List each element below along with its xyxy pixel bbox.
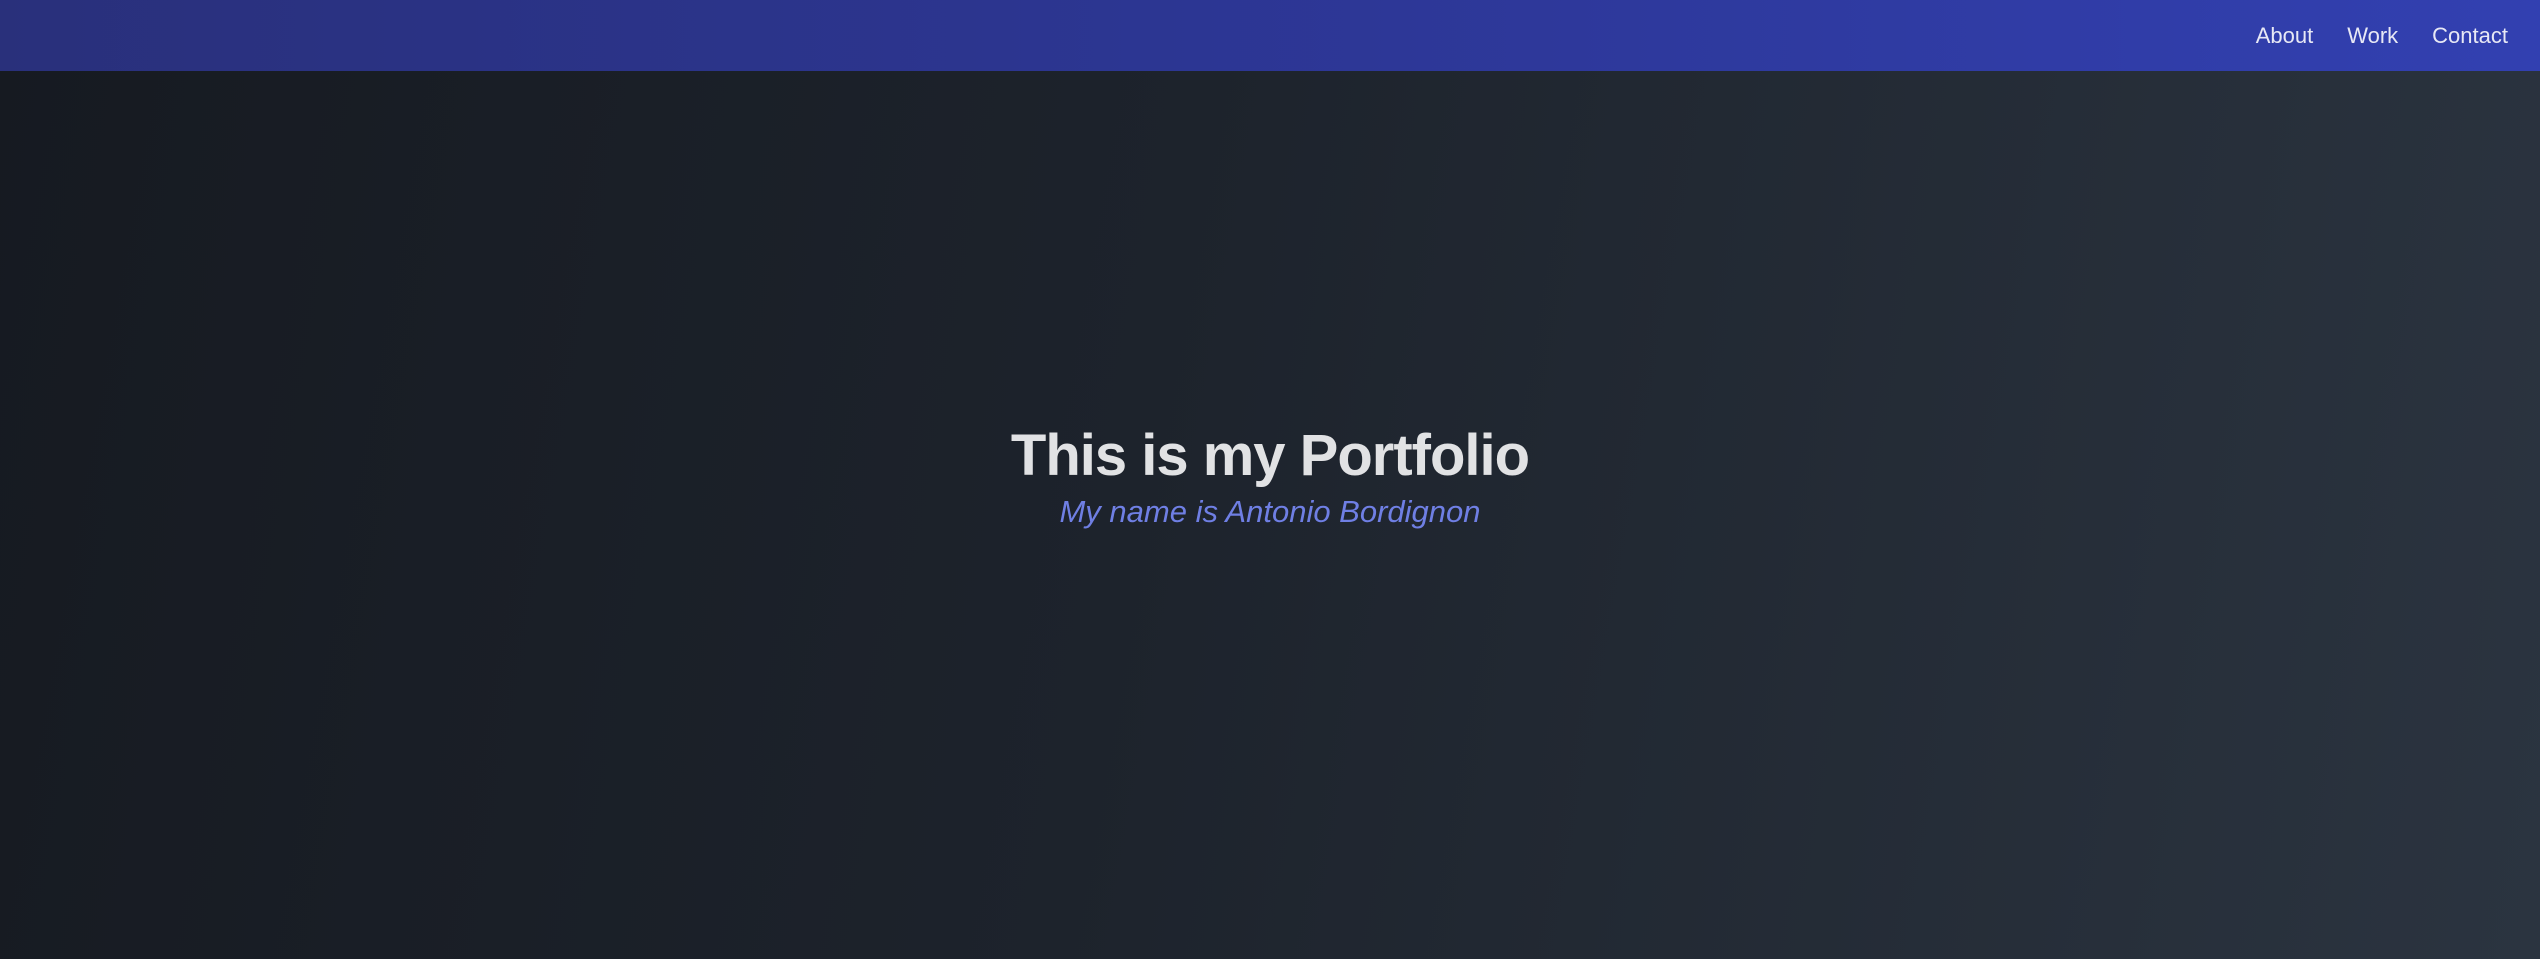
nav-link-contact[interactable]: Contact xyxy=(2432,24,2508,47)
hero-title: This is my Portfolio xyxy=(1010,423,1530,488)
hero-section: This is my Portfolio My name is Antonio … xyxy=(0,421,2540,531)
top-navbar: About Work Contact xyxy=(0,0,2540,71)
hero-subtitle: My name is Antonio Bordignon xyxy=(1059,494,1481,529)
nav-link-work[interactable]: Work xyxy=(2347,24,2398,47)
nav-link-about[interactable]: About xyxy=(2256,24,2314,47)
